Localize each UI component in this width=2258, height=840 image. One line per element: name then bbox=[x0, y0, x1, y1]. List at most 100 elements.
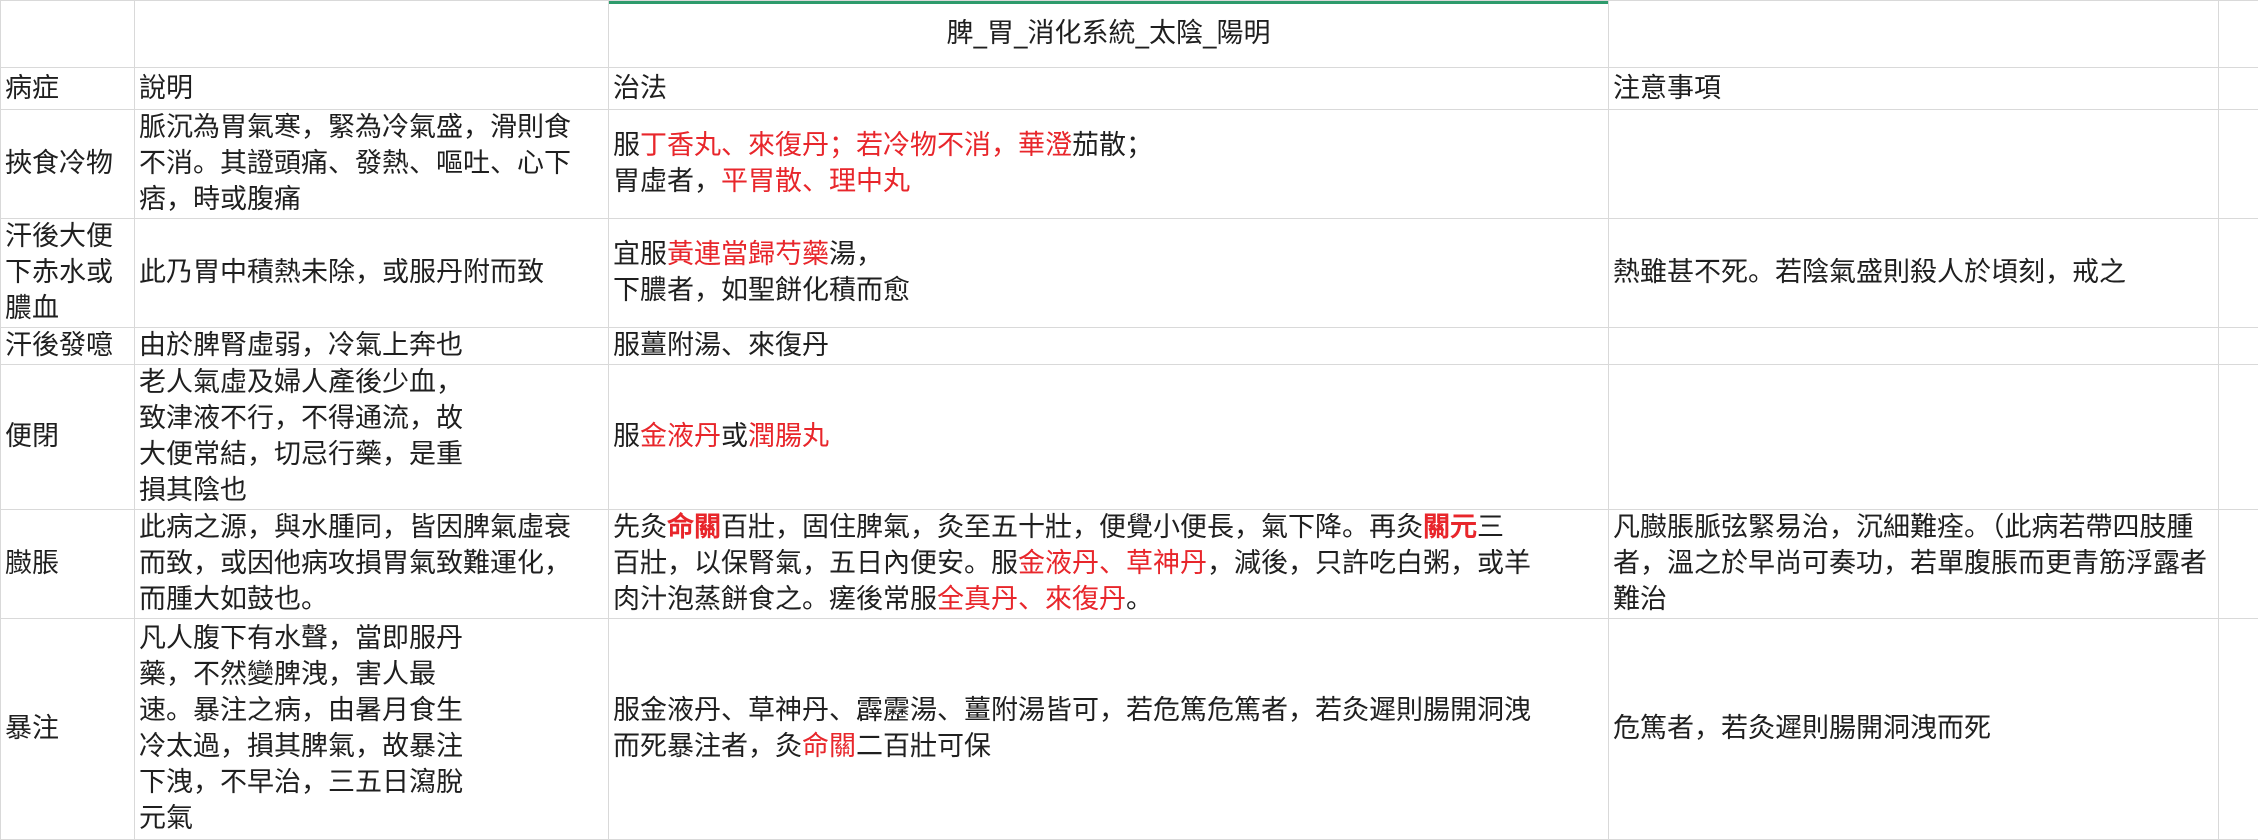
spreadsheet: 脾_胃_消化系統_太陰_陽明 病症 說明 治法 注意事項 挾食冷物 脈沉為胃氣寒… bbox=[0, 0, 2258, 836]
description-line: 老人氣虛及婦人產後少血， bbox=[139, 365, 608, 401]
notes-cell[interactable]: 危篤者，若灸遲則腸開洞洩而死 bbox=[1609, 619, 2219, 840]
empty-cell[interactable] bbox=[2219, 510, 2258, 619]
description-line: 元氣 bbox=[139, 801, 608, 837]
empty-cell[interactable] bbox=[2219, 1, 2258, 68]
table-row: 汗後發噫 由於脾腎虛弱，冷氣上奔也 服薑附湯、來復丹 bbox=[1, 328, 2258, 365]
herb-name: 金液丹、草神丹 bbox=[1018, 548, 1207, 579]
treatment-text: 三 bbox=[1477, 512, 1504, 543]
header-description[interactable]: 說明 bbox=[135, 68, 609, 110]
sheet-title[interactable]: 脾_胃_消化系統_太陰_陽明 bbox=[609, 1, 1609, 68]
treatment-line: 服金液丹或潤腸丸 bbox=[613, 419, 1608, 455]
description-cell[interactable]: 此病之源，與水腫同，皆因脾氣虛衰 而致，或因他病攻損胃氣致難運化， 而腫大如鼓也… bbox=[135, 510, 609, 619]
empty-cell[interactable] bbox=[2219, 328, 2258, 365]
empty-cell[interactable] bbox=[2219, 365, 2258, 510]
empty-cell[interactable] bbox=[1609, 1, 2219, 68]
header-treatment[interactable]: 治法 bbox=[609, 68, 1609, 110]
treatment-text: 服 bbox=[613, 421, 640, 452]
description-line: 凡人腹下有水聲，當即服丹 bbox=[139, 621, 608, 657]
treatment-text: 二百壯可保 bbox=[856, 731, 991, 762]
notes-cell[interactable]: 凡臌脹脈弦緊易治，沉細難痊。（此病若帶四肢腫 者，溫之於早尚可奏功，若單腹脹而更… bbox=[1609, 510, 2219, 619]
header-notes[interactable]: 注意事項 bbox=[1609, 68, 2219, 110]
empty-cell[interactable] bbox=[2219, 68, 2258, 110]
treatment-cell[interactable]: 服金液丹、草神丹、霹靂湯、薑附湯皆可，若危篤危篤者，若灸遲則腸開洞洩 而死暴注者… bbox=[609, 619, 1609, 840]
description-cell[interactable]: 老人氣虛及婦人產後少血， 致津液不行，不得通流，故 大便常結，切忌行藥，是重 損… bbox=[135, 365, 609, 510]
herb-name: 潤腸丸 bbox=[748, 421, 829, 452]
treatment-text: 服 bbox=[613, 130, 640, 161]
description-line: 冷太過，損其脾氣，故暴注 bbox=[139, 729, 608, 765]
treatment-text: 宜服 bbox=[613, 239, 667, 270]
description-line: 下洩，不早治，三五日瀉脫 bbox=[139, 765, 608, 801]
description-line: 脈沉為胃氣寒，緊為冷氣盛，滑則食 bbox=[139, 110, 608, 146]
disease-cell[interactable]: 挾食冷物 bbox=[1, 110, 135, 219]
notes-cell[interactable] bbox=[1609, 328, 2219, 365]
treatment-text: 湯， bbox=[829, 239, 883, 270]
description-line: 而致，或因他病攻損胃氣致難運化， bbox=[139, 546, 608, 582]
disease-line: 膿血 bbox=[5, 291, 134, 327]
herb-name: 全真丹、來復丹 bbox=[937, 584, 1126, 615]
description-line: 速。暴注之病，由暑月食生 bbox=[139, 693, 608, 729]
treatment-line: 肉汁泡蒸餅食之。瘥後常服全真丹、來復丹。 bbox=[613, 582, 1608, 618]
treatment-line: 百壯，以保腎氣，五日內便安。服金液丹、草神丹，減後，只許吃白粥，或羊 bbox=[613, 546, 1608, 582]
treatment-cell[interactable]: 宜服黃連當歸芍藥湯， 下膿者，如聖餅化積而愈 bbox=[609, 219, 1609, 328]
table-row: 便閉 老人氣虛及婦人產後少血， 致津液不行，不得通流，故 大便常結，切忌行藥，是… bbox=[1, 365, 2258, 510]
description-line: 不消。其證頭痛、發熱、嘔吐、心下 bbox=[139, 146, 608, 182]
disease-cell[interactable]: 汗後大便 下赤水或 膿血 bbox=[1, 219, 135, 328]
disease-line: 汗後大便 bbox=[5, 219, 134, 255]
treatment-text: 肉汁泡蒸餅食之。瘥後常服 bbox=[613, 584, 937, 615]
header-row: 病症 說明 治法 注意事項 bbox=[1, 68, 2258, 110]
treatment-text: 或 bbox=[721, 421, 748, 452]
description-cell[interactable]: 由於脾腎虛弱，冷氣上奔也 bbox=[135, 328, 609, 365]
treatment-text: 胃虛者， bbox=[613, 166, 721, 197]
treatment-text: 服金液丹、草神丹、霹靂湯、薑附湯皆可，若危篤危篤者，若灸遲則腸開洞洩 bbox=[613, 695, 1531, 726]
treatment-cell[interactable]: 先灸命關百壯，固住脾氣，灸至五十壯，便覺小便長，氣下降。再灸關元三 百壯，以保腎… bbox=[609, 510, 1609, 619]
description-cell[interactable]: 此乃胃中積熱未除，或服丹附而致 bbox=[135, 219, 609, 328]
treatment-text: 百壯，以保腎氣，五日內便安。服 bbox=[613, 548, 1018, 579]
notes-cell[interactable] bbox=[1609, 110, 2219, 219]
table-row: 臌脹 此病之源，與水腫同，皆因脾氣虛衰 而致，或因他病攻損胃氣致難運化， 而腫大… bbox=[1, 510, 2258, 619]
treatment-text: 而死暴注者，灸 bbox=[613, 731, 802, 762]
description-cell[interactable]: 脈沉為胃氣寒，緊為冷氣盛，滑則食 不消。其證頭痛、發熱、嘔吐、心下 痞，時或腹痛 bbox=[135, 110, 609, 219]
treatment-line: 而死暴注者，灸命關二百壯可保 bbox=[613, 729, 1608, 765]
description-line: 藥，不然變脾洩，害人最 bbox=[139, 657, 608, 693]
disease-cell[interactable]: 汗後發噫 bbox=[1, 328, 135, 365]
table-row: 汗後大便 下赤水或 膿血 此乃胃中積熱未除，或服丹附而致 宜服黃連當歸芍藥湯， … bbox=[1, 219, 2258, 328]
disease-cell[interactable]: 暴注 bbox=[1, 619, 135, 840]
treatment-line: 服金液丹、草神丹、霹靂湯、薑附湯皆可，若危篤危篤者，若灸遲則腸開洞洩 bbox=[613, 693, 1608, 729]
notes-line: 凡臌脹脈弦緊易治，沉細難痊。（此病若帶四肢腫 bbox=[1613, 510, 2218, 546]
herb-name: 丁香丸、來復丹；若冷物不消，華澄 bbox=[640, 130, 1072, 161]
description-line: 此病之源，與水腫同，皆因脾氣虛衰 bbox=[139, 510, 608, 546]
title-row: 脾_胃_消化系統_太陰_陽明 bbox=[1, 1, 2258, 68]
disease-line: 下赤水或 bbox=[5, 255, 134, 291]
disease-cell[interactable]: 臌脹 bbox=[1, 510, 135, 619]
treatment-cell[interactable]: 服金液丹或潤腸丸 bbox=[609, 365, 1609, 510]
acupoint-name: 關元 bbox=[1423, 512, 1477, 543]
treatment-line: 先灸命關百壯，固住脾氣，灸至五十壯，便覺小便長，氣下降。再灸關元三 bbox=[613, 510, 1608, 546]
treatment-text: ，減後，只許吃白粥，或羊 bbox=[1207, 548, 1531, 579]
data-table: 脾_胃_消化系統_太陰_陽明 病症 說明 治法 注意事項 挾食冷物 脈沉為胃氣寒… bbox=[0, 0, 2258, 840]
treatment-line: 宜服黃連當歸芍藥湯， bbox=[613, 237, 1608, 273]
header-disease[interactable]: 病症 bbox=[1, 68, 135, 110]
empty-cell[interactable] bbox=[135, 1, 609, 68]
treatment-cell[interactable]: 服丁香丸、來復丹；若冷物不消，華澄茄散； 胃虛者，平胃散、理中丸 bbox=[609, 110, 1609, 219]
notes-cell[interactable] bbox=[1609, 365, 2219, 510]
herb-name: 平胃散、理中丸 bbox=[721, 166, 910, 197]
empty-cell[interactable] bbox=[1, 1, 135, 68]
description-line: 致津液不行，不得通流，故 bbox=[139, 401, 608, 437]
description-cell[interactable]: 凡人腹下有水聲，當即服丹 藥，不然變脾洩，害人最 速。暴注之病，由暑月食生 冷太… bbox=[135, 619, 609, 840]
notes-cell[interactable]: 熱雖甚不死。若陰氣盛則殺人於頃刻，戒之 bbox=[1609, 219, 2219, 328]
treatment-line: 服丁香丸、來復丹；若冷物不消，華澄茄散； bbox=[613, 128, 1608, 164]
description-line: 痞，時或腹痛 bbox=[139, 182, 608, 218]
notes-line: 者，溫之於早尚可奏功，若單腹脹而更青筋浮露者 bbox=[1613, 546, 2218, 582]
table-row: 挾食冷物 脈沉為胃氣寒，緊為冷氣盛，滑則食 不消。其證頭痛、發熱、嘔吐、心下 痞… bbox=[1, 110, 2258, 219]
empty-cell[interactable] bbox=[2219, 219, 2258, 328]
disease-cell[interactable]: 便閉 bbox=[1, 365, 135, 510]
acupoint-name: 命關 bbox=[667, 512, 721, 543]
treatment-text: 。 bbox=[1126, 584, 1153, 615]
empty-cell[interactable] bbox=[2219, 110, 2258, 219]
table-row: 暴注 凡人腹下有水聲，當即服丹 藥，不然變脾洩，害人最 速。暴注之病，由暑月食生… bbox=[1, 619, 2258, 840]
treatment-cell[interactable]: 服薑附湯、來復丹 bbox=[609, 328, 1609, 365]
treatment-text: 先灸 bbox=[613, 512, 667, 543]
treatment-text: 百壯，固住脾氣，灸至五十壯，便覺小便長，氣下降。再灸 bbox=[721, 512, 1423, 543]
empty-cell[interactable] bbox=[2219, 619, 2258, 840]
description-line: 損其陰也 bbox=[139, 473, 608, 509]
